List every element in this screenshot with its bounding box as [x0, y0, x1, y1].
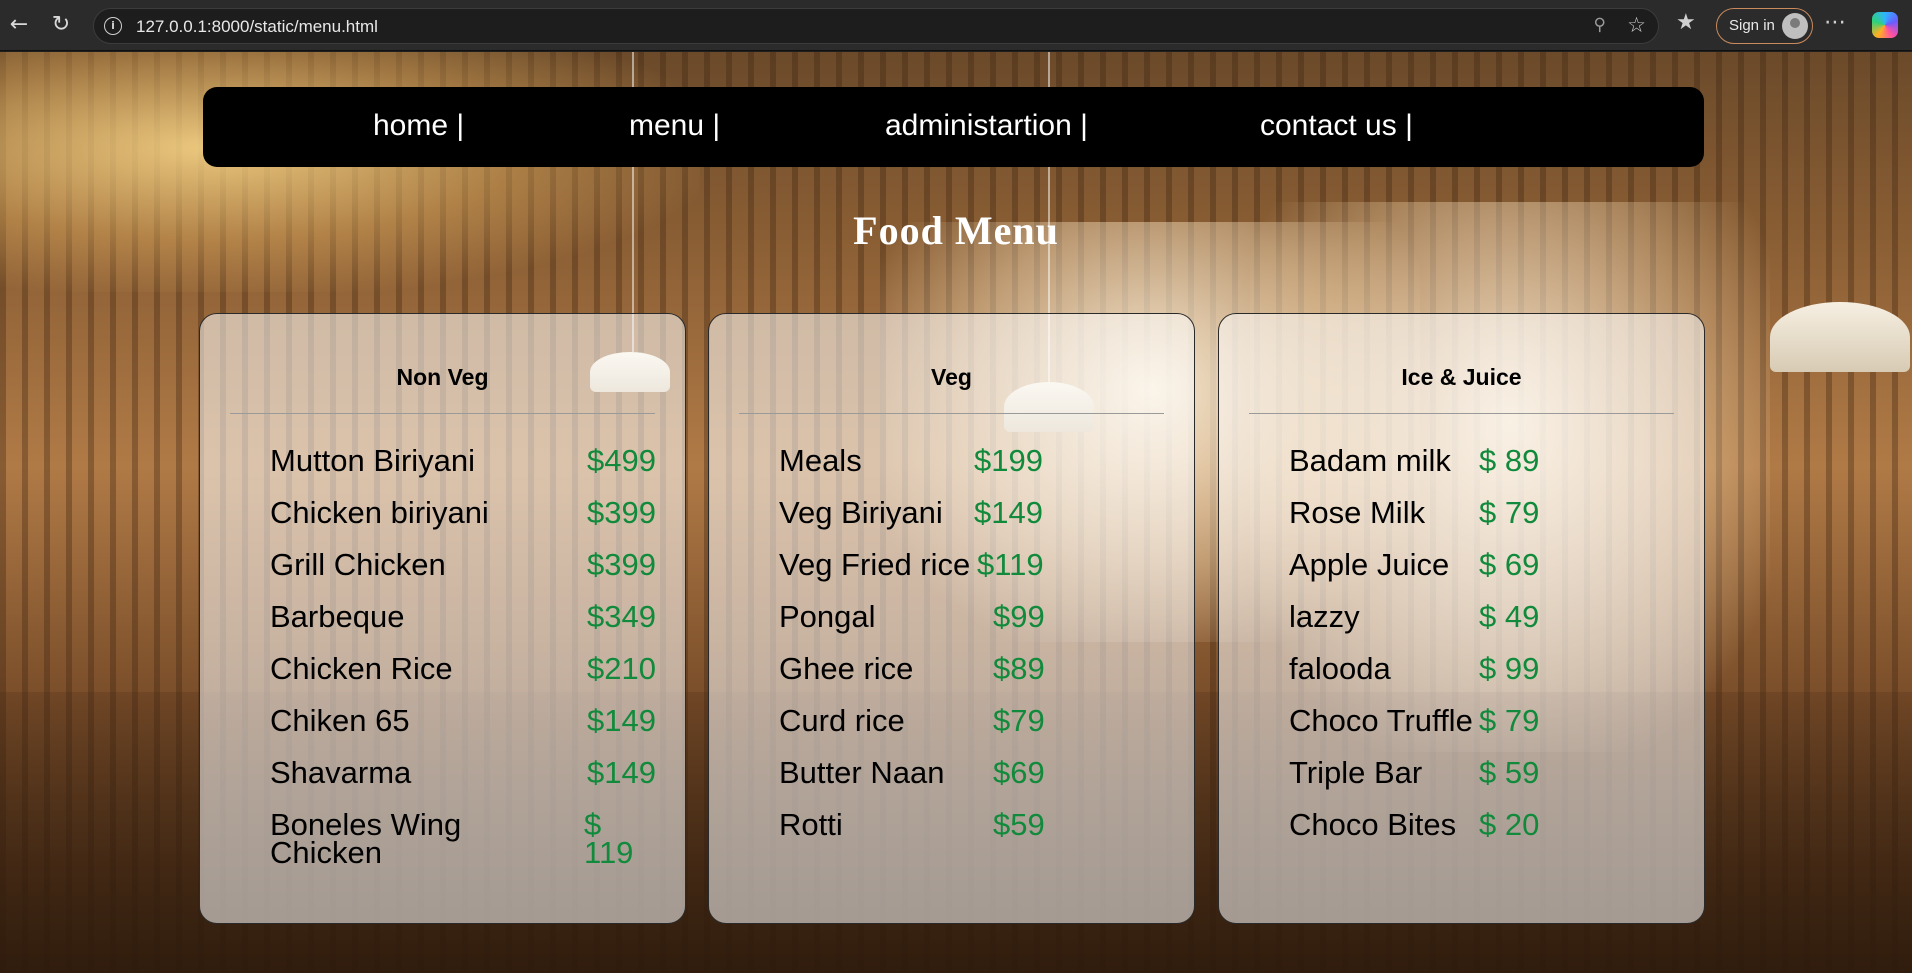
menu-item-name: Badam milk — [1289, 443, 1451, 478]
menu-item-price: $79 — [993, 703, 1045, 738]
menu-item-price: $ 99 — [1479, 651, 1540, 686]
card-heading: Non Veg — [396, 364, 489, 390]
menu-card-non-veg: Non Veg Mutton Biriyani $499 Chicken bir… — [199, 313, 686, 924]
menu-item-name: Butter Naan — [779, 755, 945, 790]
menu-item-price: $349 — [587, 599, 656, 634]
menu-item-name: Veg Biriyani — [779, 495, 943, 530]
menu-item-name: Meals — [779, 443, 862, 478]
menu-item-price: $ 119 — [584, 807, 634, 870]
url-text[interactable]: 127.0.0.1:8000/static/menu.html — [136, 17, 378, 37]
avatar-icon — [1782, 13, 1808, 39]
sign-in-button[interactable]: Sign in — [1716, 8, 1813, 44]
menu-item-price: $99 — [993, 599, 1045, 634]
menu-item-price: $ 49 — [1479, 599, 1540, 634]
menu-item-name: Veg Fried rice — [779, 547, 971, 582]
page-title: Food Menu — [853, 208, 1059, 253]
favorites-icon[interactable]: ★ — [1676, 10, 1696, 35]
sign-in-label: Sign in — [1729, 17, 1775, 34]
nav-contact-us[interactable]: contact us | — [1260, 109, 1413, 143]
zoom-out-icon[interactable]: ⚲ — [1594, 15, 1606, 35]
menu-item-price: $ 69 — [1479, 547, 1540, 582]
menu-item-name: Choco Truffle — [1289, 703, 1473, 738]
menu-item-name: Chicken Rice — [270, 651, 453, 686]
menu-item-price: $59 — [993, 807, 1045, 842]
menu-item-price: $ 20 — [1479, 807, 1540, 842]
menu-item-name: Rotti — [779, 807, 843, 842]
reload-icon[interactable]: ↻ — [48, 12, 74, 38]
menu-item-price: $399 — [587, 547, 656, 582]
menu-item-name: Barbeque — [270, 599, 405, 634]
menu-item-name: Apple Juice — [1289, 547, 1450, 582]
menu-item-price: $69 — [993, 755, 1045, 790]
browser-toolbar: ← ↻ i 127.0.0.1:8000/static/menu.html ⚲ … — [0, 0, 1912, 51]
menu-item-name: lazzy — [1289, 599, 1360, 634]
menu-item-name: Shavarma — [270, 755, 412, 790]
menu-item-name: Pongal — [779, 599, 876, 634]
menu-item-name: Triple Bar — [1289, 755, 1423, 790]
divider — [1249, 413, 1674, 414]
nav-home[interactable]: home | — [373, 109, 464, 143]
menu-item-name: Curd rice — [779, 703, 905, 738]
address-bar[interactable]: i 127.0.0.1:8000/static/menu.html ⚲ ☆ — [93, 8, 1659, 44]
divider — [230, 413, 655, 414]
card-heading: Ice & Juice — [1401, 364, 1522, 390]
nav-menu[interactable]: menu | — [629, 109, 720, 143]
menu-item-name: Chicken biriyani — [270, 495, 489, 530]
menu-item-price: $199 — [974, 443, 1043, 478]
top-navigation: home | menu | administartion | contact u… — [203, 87, 1704, 167]
copilot-icon[interactable] — [1872, 12, 1898, 38]
menu-item-price: $149 — [587, 703, 656, 738]
pendant-lamp — [1770, 302, 1910, 372]
menu-item-price: $ 89 — [1479, 443, 1540, 478]
menu-item-price: $149 — [587, 755, 656, 790]
menu-item-name: Choco Bites — [1289, 807, 1457, 842]
info-icon[interactable]: i — [104, 17, 122, 35]
menu-item-price: $210 — [587, 651, 656, 686]
menu-item-name: falooda — [1289, 651, 1391, 686]
nav-administration[interactable]: administartion | — [885, 109, 1088, 143]
menu-item-price: $ 79 — [1479, 495, 1540, 530]
menu-item-name: Grill Chicken — [270, 547, 446, 582]
menu-item-price: $89 — [993, 651, 1045, 686]
menu-item-price: $ 59 — [1479, 755, 1540, 790]
page-viewport: home | menu | administartion | contact u… — [0, 52, 1912, 973]
menu-item-name: Ghee rice — [779, 651, 914, 686]
menu-card-ice-juice: Ice & Juice Badam milk $ 89 Rose Milk $ … — [1218, 313, 1705, 924]
menu-item-price: $119 — [977, 547, 1044, 582]
menu-item-price: $399 — [587, 495, 656, 530]
divider — [739, 413, 1164, 414]
more-icon[interactable]: ⋯ — [1824, 10, 1847, 35]
menu-card-veg: Veg Meals $199 Veg Biriyani $149 Veg Fri… — [708, 313, 1195, 924]
menu-item-name: Boneles Wing Chicken — [270, 807, 462, 870]
star-icon[interactable]: ☆ — [1627, 13, 1646, 37]
menu-item-price: $ 79 — [1479, 703, 1540, 738]
menu-item-name: Rose Milk — [1289, 495, 1426, 530]
menu-item-price: $499 — [587, 443, 656, 478]
menu-item-name: Mutton Biriyani — [270, 443, 476, 478]
back-arrow-icon[interactable]: ← — [6, 12, 32, 38]
menu-item-name: Chiken 65 — [270, 703, 410, 738]
card-heading: Veg — [931, 364, 972, 390]
menu-item-price: $149 — [974, 495, 1043, 530]
